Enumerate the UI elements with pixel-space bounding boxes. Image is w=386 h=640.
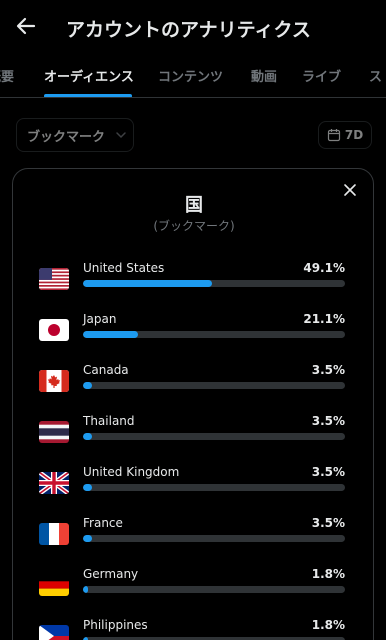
modal-title: 国 <box>185 195 203 216</box>
country-name: United Kingdom <box>83 465 180 479</box>
page-title: アカウントのアナリティクス <box>66 19 311 41</box>
country-name: Japan <box>83 312 117 326</box>
country-row: Germany 1.8% <box>13 567 373 617</box>
tab-audience[interactable]: オーディエンス <box>44 66 134 85</box>
metric-dropdown-label: ブックマーク <box>27 129 106 145</box>
share-bar-track <box>83 280 345 287</box>
country-row: Thailand 3.5% <box>13 414 373 464</box>
us-flag-icon <box>39 268 69 290</box>
tab-content[interactable]: コンテンツ <box>158 66 223 85</box>
share-bar-fill <box>83 586 88 593</box>
tab-overview[interactable]: 概要 <box>0 66 14 85</box>
country-row: United States 49.1% <box>13 261 373 311</box>
share-bar-fill <box>83 433 93 440</box>
country-name: Canada <box>83 363 129 377</box>
ph-flag-icon <box>39 625 69 640</box>
country-percent: 1.8% <box>311 567 345 581</box>
th-flag-icon <box>39 421 69 443</box>
date-range-button[interactable]: 7D <box>318 121 372 149</box>
country-percent: 3.5% <box>311 414 345 428</box>
jp-flag-icon <box>39 319 69 341</box>
share-bar-track <box>83 484 345 491</box>
country-row: Philippines 1.8% <box>13 618 373 640</box>
country-name: France <box>83 516 123 530</box>
country-row: France 3.5% <box>13 516 373 566</box>
metric-dropdown[interactable]: ブックマーク <box>16 118 134 152</box>
share-bar-fill <box>83 382 93 389</box>
share-bar-track <box>83 433 345 440</box>
country-row: United Kingdom 3.5% <box>13 465 373 515</box>
tab-live[interactable]: ライブ <box>302 66 341 85</box>
tab-more[interactable]: ス <box>369 66 382 85</box>
gb-flag-icon <box>39 472 69 494</box>
country-name: Thailand <box>83 414 135 428</box>
arrow-left-icon[interactable] <box>14 14 38 38</box>
country-percent: 49.1% <box>303 261 345 275</box>
country-row: Canada 3.5% <box>13 363 373 413</box>
active-tab-indicator <box>44 94 132 97</box>
ca-flag-icon <box>39 370 69 392</box>
tab-video[interactable]: 動画 <box>251 66 277 85</box>
date-range-label: 7D <box>344 128 364 142</box>
tab-bar: 概要 オーディエンス コンテンツ 動画 ライブ ス <box>0 56 386 98</box>
country-percent: 1.8% <box>311 618 345 632</box>
fr-flag-icon <box>39 523 69 545</box>
country-name: Germany <box>83 567 139 581</box>
de-flag-icon <box>39 574 69 596</box>
country-percent: 3.5% <box>311 516 345 530</box>
share-bar-fill <box>83 484 93 491</box>
share-bar-fill <box>83 280 212 287</box>
country-name: United States <box>83 261 165 275</box>
country-row: Japan 21.1% <box>13 312 373 362</box>
country-percent: 3.5% <box>311 465 345 479</box>
country-percent: 3.5% <box>311 363 345 377</box>
share-bar-track <box>83 382 345 389</box>
share-bar-track <box>83 331 345 338</box>
chevron-down-icon <box>116 132 126 139</box>
top-bar: アカウントのアナリティクス <box>0 0 386 56</box>
country-name: Philippines <box>83 618 148 632</box>
share-bar-track <box>83 586 345 593</box>
share-bar-track <box>83 535 345 542</box>
country-percent: 21.1% <box>303 312 345 326</box>
share-bar-fill <box>83 535 93 542</box>
share-bar-fill <box>83 331 139 338</box>
country-modal: 国 (ブックマーク) United States 49.1% Japan 21.… <box>12 168 374 640</box>
modal-subtitle: (ブックマーク) <box>153 219 235 233</box>
calendar-icon <box>327 129 340 142</box>
